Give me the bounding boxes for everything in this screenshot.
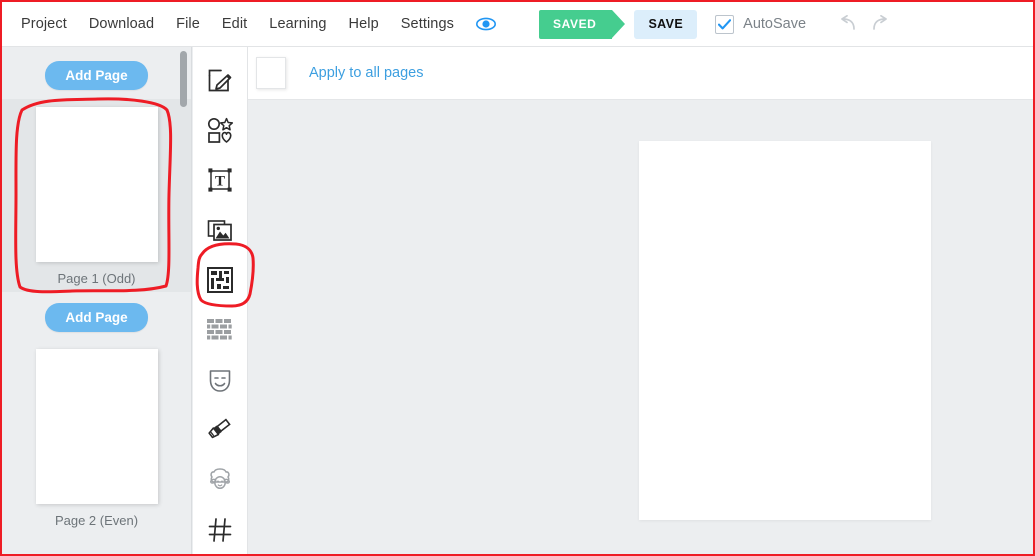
app-window: Project Download File Edit Learning Help… <box>0 0 1035 556</box>
add-page-button-top[interactable]: Add Page <box>45 61 148 90</box>
checkmark-icon <box>718 18 732 29</box>
autosave-checkbox[interactable] <box>715 14 735 34</box>
pages-scrollbar[interactable] <box>180 51 187 107</box>
autosave-label: AutoSave <box>743 16 807 32</box>
tool-paintbrush[interactable] <box>197 405 243 455</box>
tool-edit-pencil[interactable] <box>197 55 243 105</box>
tool-mask-theater[interactable] <box>197 355 243 405</box>
text-icon: T <box>208 168 232 192</box>
page-caption-2: Page 2 (Even) <box>54 513 139 528</box>
mask-theater-icon <box>209 370 231 392</box>
menu-item-learning[interactable]: Learning <box>258 10 337 38</box>
add-page-middle-wrap: Add Page <box>2 303 191 332</box>
history-controls <box>832 10 896 38</box>
menu-item-settings[interactable]: Settings <box>390 10 465 38</box>
menu-item-help[interactable]: Help <box>338 10 390 38</box>
add-page-button-middle[interactable]: Add Page <box>45 303 148 332</box>
layout-template-icon <box>207 267 233 293</box>
pages-sidebar[interactable]: Add Page Page 1 (Odd) Add Page Page 2 (E… <box>2 47 192 554</box>
tool-text[interactable]: T <box>197 155 243 205</box>
saved-status-badge: SAVED <box>538 9 626 39</box>
pattern-brick-icon <box>207 319 232 340</box>
shapes-icon <box>207 117 234 143</box>
image-icon <box>207 220 232 241</box>
tool-pattern-brick[interactable] <box>197 305 243 355</box>
preview-eye-button[interactable] <box>471 10 501 38</box>
redo-arrow-icon <box>873 15 887 30</box>
tool-sheep[interactable] <box>197 455 243 505</box>
page-caption-1: Page 1 (Odd) <box>57 271 136 286</box>
canvas-page-sheet[interactable] <box>639 141 931 520</box>
redo-button[interactable] <box>864 10 896 38</box>
add-page-top-wrap: Add Page <box>2 61 191 90</box>
tool-rail: T <box>193 47 248 554</box>
menu-item-edit[interactable]: Edit <box>211 10 258 38</box>
main-menu: Project Download File Edit Learning Help… <box>2 10 501 38</box>
top-menu-bar: Project Download File Edit Learning Help… <box>2 2 1033 47</box>
undo-button[interactable] <box>832 10 864 38</box>
page-swatch-thumbnail[interactable] <box>256 57 286 89</box>
page-list-item-2[interactable]: Page 2 (Even) <box>2 341 191 534</box>
tool-grid-hash[interactable] <box>197 505 243 554</box>
autosave-toggle[interactable]: AutoSave <box>715 14 807 34</box>
tool-layout-template[interactable] <box>197 255 243 305</box>
page-thumbnail-1[interactable] <box>35 107 158 262</box>
save-controls: SAVED SAVE AutoSave <box>538 9 896 39</box>
menu-item-file[interactable]: File <box>165 10 211 38</box>
svg-text:T: T <box>215 174 225 190</box>
apply-to-all-pages-link[interactable]: Apply to all pages <box>309 65 423 81</box>
undo-arrow-icon <box>841 15 855 30</box>
menu-item-download[interactable]: Download <box>78 10 165 38</box>
edit-pencil-icon <box>208 69 232 92</box>
tool-image[interactable] <box>197 205 243 255</box>
paintbrush-icon <box>208 418 231 439</box>
canvas-area: Apply to all pages <box>248 47 1033 554</box>
menu-item-project[interactable]: Project <box>10 10 78 38</box>
save-button[interactable]: SAVE <box>634 9 698 39</box>
eye-icon <box>475 17 496 31</box>
apply-options-bar: Apply to all pages <box>248 47 1033 100</box>
tool-shapes[interactable] <box>197 105 243 155</box>
grid-hash-icon <box>208 518 232 542</box>
page-list-item-1[interactable]: Page 1 (Odd) <box>2 99 191 292</box>
page-thumbnail-2[interactable] <box>35 349 158 504</box>
sheep-icon <box>210 468 230 490</box>
